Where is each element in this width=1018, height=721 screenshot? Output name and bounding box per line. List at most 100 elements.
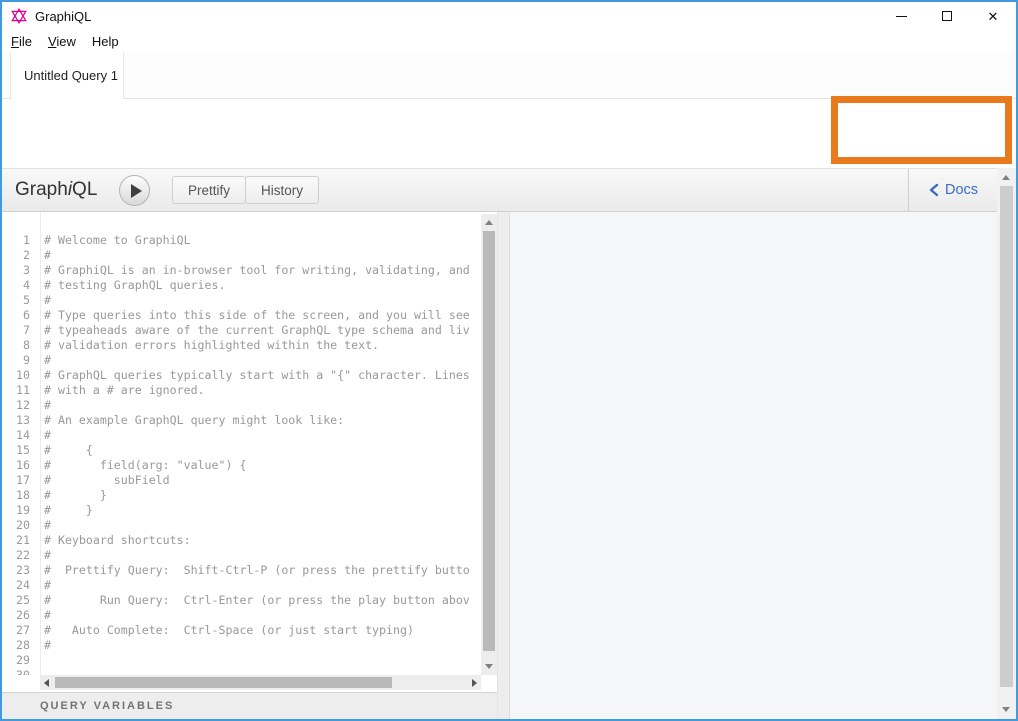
wordmark-pre: Graph (15, 179, 68, 200)
code-line[interactable]: 30 (2, 668, 481, 675)
result-pane (510, 212, 997, 719)
code-line[interactable]: 10 # GraphQL queries typically start wit… (2, 368, 481, 383)
line-number: 24 (2, 578, 30, 593)
code-line[interactable]: 14 # (2, 428, 481, 443)
code-line[interactable]: 18 # } (2, 488, 481, 503)
code-line[interactable]: 27 # Auto Complete: Ctrl-Space (or just … (2, 623, 481, 638)
wordmark-post: QL (72, 179, 97, 200)
code-line[interactable]: 11 # with a # are ignored. (2, 383, 481, 398)
menu-accel-letter: F (11, 34, 19, 49)
code-line[interactable]: 16 # field(arg: "value") { (2, 458, 481, 473)
code-line[interactable]: 12 # (2, 398, 481, 413)
code-line[interactable]: 20 # (2, 518, 481, 533)
line-number: 25 (2, 593, 30, 608)
window-controls: ✕ (878, 2, 1016, 30)
code-line[interactable]: 13 # An example GraphQL query might look… (2, 413, 481, 428)
line-number: 18 (2, 488, 30, 503)
code-line[interactable]: 25 # Run Query: Ctrl-Enter (or press the… (2, 593, 481, 608)
line-text: # Prettify Query: Shift-Ctrl-P (or press… (30, 563, 470, 578)
scroll-down-icon[interactable] (485, 664, 493, 669)
editor-horizontal-scrollbar[interactable] (40, 675, 481, 690)
line-text: # subField (30, 473, 170, 488)
code-line[interactable]: 21 # Keyboard shortcuts: (2, 533, 481, 548)
line-text: # (30, 578, 51, 593)
line-number: 10 (2, 368, 30, 383)
run-query-button[interactable] (119, 175, 150, 206)
line-number: 21 (2, 533, 30, 548)
line-text: # Run Query: Ctrl-Enter (or press the pl… (30, 593, 470, 608)
pane-divider-handle[interactable] (497, 212, 510, 719)
code-line[interactable]: 3 # GraphiQL is an in-browser tool for w… (2, 263, 481, 278)
menu-item[interactable]: Help (84, 34, 127, 49)
line-text: # with a # are ignored. (30, 383, 205, 398)
line-number: 22 (2, 548, 30, 563)
line-text: # testing GraphQL queries. (30, 278, 225, 293)
menu-item-label: iew (56, 34, 76, 49)
code-line[interactable]: 7 # typeaheads aware of the current Grap… (2, 323, 481, 338)
minimize-icon (896, 16, 907, 17)
scroll-up-icon[interactable] (485, 220, 493, 225)
query-editor-pane: 1 # Welcome to GraphiQL 2 # 3 # GraphiQL… (2, 212, 497, 692)
scroll-up-icon[interactable] (1002, 175, 1010, 180)
line-text (30, 668, 44, 675)
line-number: 16 (2, 458, 30, 473)
maximize-button[interactable] (924, 2, 970, 30)
code-line[interactable]: 24 # (2, 578, 481, 593)
prettify-button[interactable]: Prettify (172, 176, 246, 204)
editor-vertical-scrollbar[interactable] (481, 214, 497, 675)
line-number: 12 (2, 398, 30, 413)
docs-label: Docs (945, 182, 978, 198)
tab-untitled-query-1[interactable]: Untitled Query 1 (10, 52, 124, 99)
line-text (30, 653, 44, 668)
line-text: # validation errors highlighted within t… (30, 338, 379, 353)
line-number: 26 (2, 608, 30, 623)
line-number: 6 (2, 308, 30, 323)
minimize-button[interactable] (878, 2, 924, 30)
docs-toggle[interactable]: Docs (908, 169, 997, 211)
editor-hscroll-thumb[interactable] (55, 677, 392, 688)
code-line[interactable]: 9 # (2, 353, 481, 368)
menu-item[interactable]: File (2, 34, 40, 49)
code-line[interactable]: 19 # } (2, 503, 481, 518)
line-number: 2 (2, 248, 30, 263)
code-line[interactable]: 4 # testing GraphQL queries. (2, 278, 481, 293)
menu-item[interactable]: View (40, 34, 84, 49)
scroll-right-icon[interactable] (472, 679, 477, 687)
code-line[interactable]: 28 # (2, 638, 481, 653)
scroll-left-icon[interactable] (44, 679, 49, 687)
line-text: # (30, 428, 51, 443)
code-line[interactable]: 23 # Prettify Query: Shift-Ctrl-P (or pr… (2, 563, 481, 578)
query-variables-bar[interactable]: QUERY VARIABLES (2, 692, 497, 719)
code-line[interactable]: 17 # subField (2, 473, 481, 488)
code-line[interactable]: 22 # (2, 548, 481, 563)
code-line[interactable]: 5 # (2, 293, 481, 308)
query-variables-label: QUERY VARIABLES (40, 700, 174, 712)
line-number: 1 (2, 233, 30, 248)
line-number: 27 (2, 623, 30, 638)
line-number: 17 (2, 473, 30, 488)
query-editor[interactable]: 1 # Welcome to GraphiQL 2 # 3 # GraphiQL… (2, 212, 481, 675)
history-button[interactable]: History (245, 176, 319, 204)
menu-item-label: Help (92, 34, 119, 49)
code-line[interactable]: 26 # (2, 608, 481, 623)
line-text: # field(arg: "value") { (30, 458, 246, 473)
editor-vscroll-thumb[interactable] (483, 231, 495, 651)
window-vscroll-thumb[interactable] (1000, 186, 1013, 687)
code-line[interactable]: 2 # (2, 248, 481, 263)
scroll-down-icon[interactable] (1002, 707, 1010, 712)
window-vertical-scrollbar[interactable] (997, 168, 1016, 719)
code-line[interactable]: 15 # { (2, 443, 481, 458)
code-line[interactable]: 29 (2, 653, 481, 668)
line-text: # (30, 518, 51, 533)
code-line[interactable]: 8 # validation errors highlighted within… (2, 338, 481, 353)
line-text: # (30, 293, 51, 308)
line-number: 23 (2, 563, 30, 578)
line-number: 19 (2, 503, 30, 518)
line-text: # Auto Complete: Ctrl-Space (or just sta… (30, 623, 414, 638)
close-button[interactable]: ✕ (970, 2, 1016, 30)
line-text: # GraphiQL is an in-browser tool for wri… (30, 263, 470, 278)
code-line[interactable]: 1 # Welcome to GraphiQL (2, 233, 481, 248)
line-number: 15 (2, 443, 30, 458)
code-line[interactable]: 6 # Type queries into this side of the s… (2, 308, 481, 323)
line-text: # (30, 608, 51, 623)
